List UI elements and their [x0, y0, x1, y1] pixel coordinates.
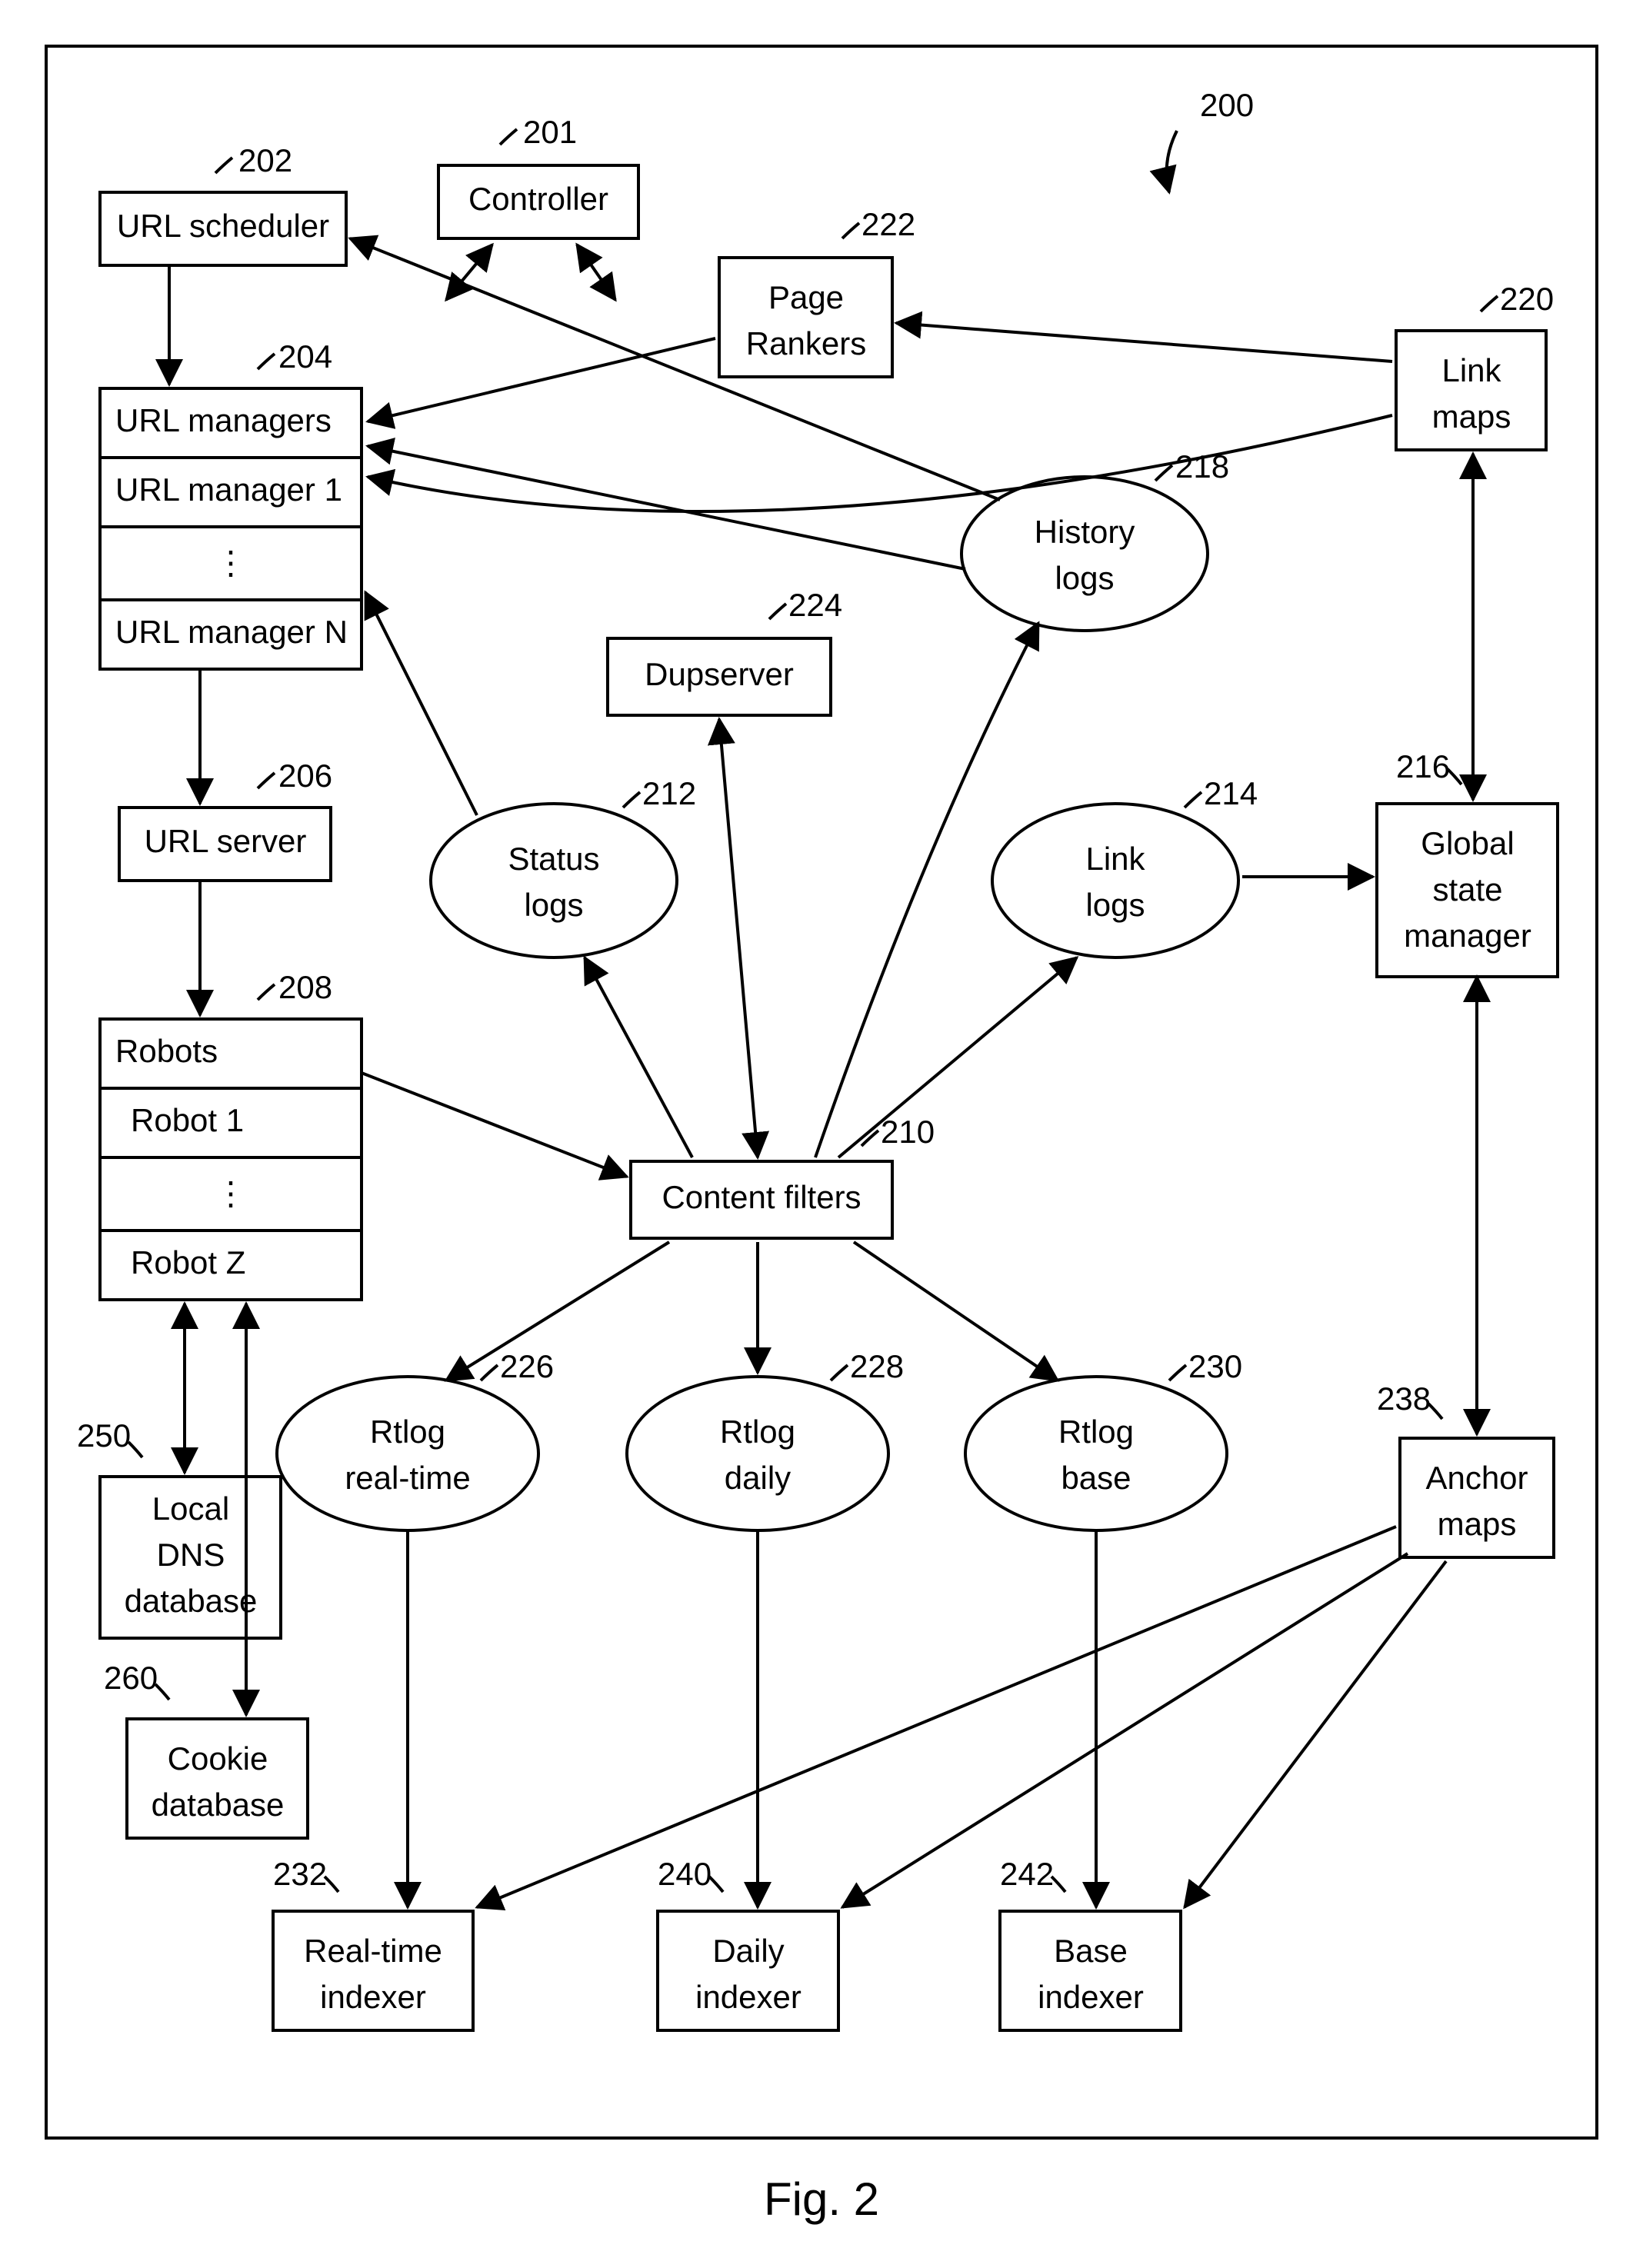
svg-text:Robot Z: Robot Z [131, 1244, 245, 1281]
svg-text:URL server: URL server [145, 823, 307, 859]
svg-text:224: 224 [788, 587, 842, 623]
svg-text:URL manager N: URL manager N [115, 614, 348, 650]
svg-text:Real-time: Real-time [304, 1933, 442, 1969]
url-managers-box: URL managers URL manager 1 ⋮ URL manager… [100, 338, 362, 669]
svg-text:Anchor: Anchor [1425, 1460, 1528, 1496]
svg-text:DNS: DNS [157, 1537, 225, 1573]
svg-text:indexer: indexer [695, 1979, 802, 2015]
svg-text:Local: Local [152, 1490, 229, 1527]
svg-text:Cookie: Cookie [168, 1740, 268, 1777]
svg-text:201: 201 [523, 114, 577, 150]
svg-text:Rankers: Rankers [746, 325, 866, 361]
svg-text:250: 250 [77, 1417, 131, 1454]
svg-text:database: database [152, 1787, 285, 1823]
svg-text:Robot 1: Robot 1 [131, 1102, 244, 1138]
svg-text:logs: logs [524, 887, 583, 923]
svg-text:214: 214 [1204, 775, 1258, 811]
svg-text:220: 220 [1500, 281, 1554, 317]
svg-text:maps: maps [1438, 1506, 1517, 1542]
svg-text:Content filters: Content filters [662, 1179, 861, 1215]
figure-caption: Fig. 2 [764, 2173, 879, 2225]
svg-text:Page: Page [768, 279, 844, 315]
svg-text:Dupserver: Dupserver [645, 656, 794, 692]
svg-text:daily: daily [725, 1460, 791, 1496]
robots-box: Robots Robot 1 ⋮ Robot Z 208 [100, 969, 362, 1300]
svg-text:222: 222 [861, 206, 915, 242]
svg-text:Link: Link [1085, 841, 1145, 877]
svg-text:database: database [125, 1583, 258, 1619]
svg-text:real-time: real-time [345, 1460, 470, 1496]
svg-text:204: 204 [278, 338, 332, 375]
svg-text:⋮: ⋮ [215, 545, 247, 581]
svg-text:228: 228 [850, 1348, 904, 1384]
svg-text:210: 210 [881, 1114, 935, 1150]
svg-text:History: History [1035, 514, 1135, 550]
svg-text:238: 238 [1377, 1380, 1431, 1417]
svg-text:Robots: Robots [115, 1033, 218, 1069]
svg-text:Rtlog: Rtlog [370, 1414, 445, 1450]
svg-text:240: 240 [658, 1856, 712, 1892]
svg-text:Status: Status [508, 841, 599, 877]
svg-text:indexer: indexer [320, 1979, 426, 2015]
svg-text:logs: logs [1085, 887, 1145, 923]
svg-text:Daily: Daily [712, 1933, 784, 1969]
svg-text:Global: Global [1421, 825, 1514, 861]
svg-text:260: 260 [104, 1660, 158, 1696]
system-diagram: 200 Controller 201 URL scheduler 202 URL… [0, 0, 1643, 2268]
svg-text:Base: Base [1054, 1933, 1128, 1969]
svg-text:indexer: indexer [1038, 1979, 1144, 2015]
svg-text:216: 216 [1396, 748, 1450, 784]
svg-text:Rtlog: Rtlog [720, 1414, 795, 1450]
svg-text:URL scheduler: URL scheduler [117, 208, 329, 244]
svg-text:208: 208 [278, 969, 332, 1005]
svg-text:202: 202 [238, 142, 292, 178]
svg-text:URL managers: URL managers [115, 402, 332, 438]
svg-text:manager: manager [1404, 918, 1531, 954]
svg-text:206: 206 [278, 758, 332, 794]
svg-text:212: 212 [642, 775, 696, 811]
svg-text:Controller: Controller [468, 181, 608, 217]
svg-text:state: state [1432, 871, 1502, 908]
svg-text:URL manager 1: URL manager 1 [115, 471, 342, 508]
svg-text:226: 226 [500, 1348, 554, 1384]
svg-text:230: 230 [1188, 1348, 1242, 1384]
svg-text:⋮: ⋮ [215, 1175, 247, 1211]
svg-text:232: 232 [273, 1856, 327, 1892]
svg-text:200: 200 [1200, 87, 1254, 123]
svg-text:Link: Link [1441, 352, 1501, 388]
svg-text:maps: maps [1432, 398, 1511, 435]
svg-text:base: base [1061, 1460, 1131, 1496]
svg-text:Rtlog: Rtlog [1058, 1414, 1134, 1450]
svg-text:242: 242 [1000, 1856, 1054, 1892]
svg-text:logs: logs [1055, 560, 1114, 596]
